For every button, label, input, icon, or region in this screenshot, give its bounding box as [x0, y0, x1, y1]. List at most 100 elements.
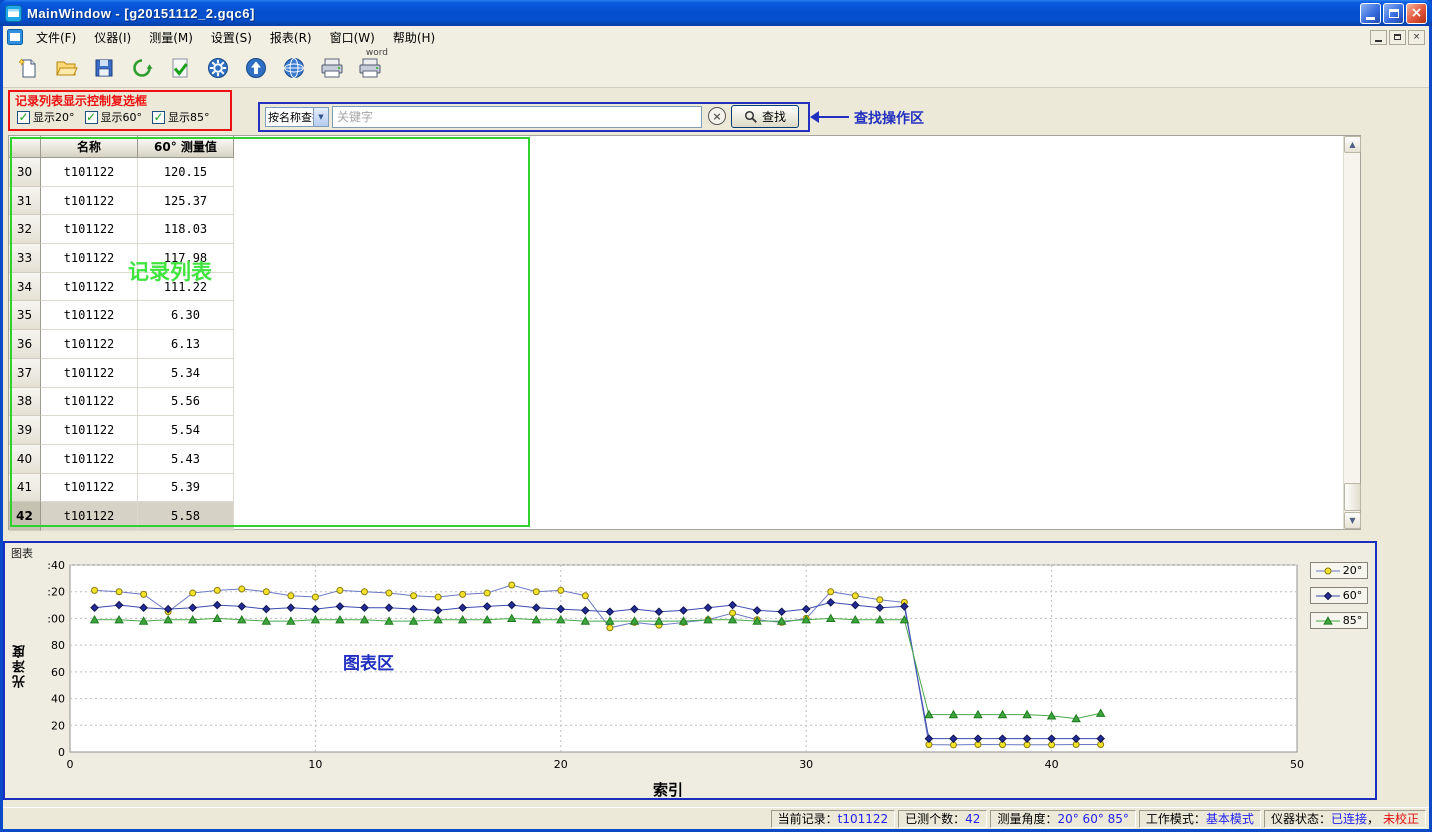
maximize-button[interactable] [1383, 3, 1404, 24]
value-cell[interactable]: 5.58 [138, 502, 234, 531]
scroll-down-button[interactable]: ▼ [1344, 512, 1361, 529]
mode-value: 基本模式 [1206, 810, 1254, 827]
svg-text::40: :40 [47, 559, 65, 572]
row-number-cell[interactable]: 38 [9, 388, 41, 417]
row-number-cell[interactable]: 36 [9, 330, 41, 359]
row-number-cell[interactable]: 37 [9, 359, 41, 388]
new-document-button[interactable] [9, 51, 47, 85]
name-cell[interactable]: t101122 [41, 359, 138, 388]
value-cell[interactable]: 5.43 [138, 445, 234, 474]
row-number-cell[interactable]: 35 [9, 301, 41, 330]
child-minimize-button[interactable] [1370, 30, 1387, 45]
chart-annotation-label: 图表区 [343, 649, 394, 674]
menu-item-settings[interactable]: 设置(S) [202, 26, 261, 49]
scroll-up-button[interactable]: ▲ [1344, 136, 1361, 153]
find-button[interactable]: 查找 [731, 105, 799, 128]
svg-text:80: 80 [51, 639, 65, 652]
apply-button[interactable] [161, 51, 199, 85]
row-number-cell[interactable]: 42 [9, 502, 41, 531]
value-cell[interactable]: 5.54 [138, 416, 234, 445]
svg-text:60: 60 [51, 666, 65, 679]
row-number-cell[interactable]: 31 [9, 187, 41, 216]
svg-text:40: 40 [51, 693, 65, 706]
name-cell[interactable]: t101122 [41, 445, 138, 474]
name-column-header[interactable]: 名称 [41, 136, 138, 158]
value-cell[interactable]: 120.15 [138, 158, 234, 187]
name-cell[interactable]: t101122 [41, 273, 138, 302]
name-cell[interactable]: t101122 [41, 474, 138, 503]
row-number-cell[interactable]: 39 [9, 416, 41, 445]
upload-button[interactable] [237, 51, 275, 85]
table-row[interactable]: 37t1011225.34 [9, 359, 1360, 388]
refresh-button[interactable] [123, 51, 161, 85]
menu-item-file[interactable]: 文件(F) [27, 26, 85, 49]
open-file-button[interactable] [47, 51, 85, 85]
row-number-cell[interactable]: 41 [9, 474, 41, 503]
name-cell[interactable]: t101122 [41, 244, 138, 273]
table-row[interactable]: 39t1011225.54 [9, 416, 1360, 445]
word-export-button[interactable]: word [351, 51, 389, 85]
value-cell[interactable]: 6.13 [138, 330, 234, 359]
menu-item-window[interactable]: 窗口(W) [321, 26, 384, 49]
menu-item-instrument[interactable]: 仪器(I) [85, 26, 140, 49]
minimize-icon [1366, 17, 1375, 20]
table-row[interactable]: 31t101122125.37 [9, 187, 1360, 216]
table-row[interactable]: 42t1011225.58 [9, 502, 1360, 531]
row-number-cell[interactable]: 33 [9, 244, 41, 273]
table-row[interactable]: 41t1011225.39 [9, 474, 1360, 503]
checkbox-show-85[interactable]: ✓显示85° [152, 109, 210, 125]
apply-check-icon [168, 56, 192, 80]
row-number-cell[interactable]: 40 [9, 445, 41, 474]
row-number-cell[interactable]: 32 [9, 215, 41, 244]
close-button[interactable]: × [1406, 3, 1427, 24]
search-mode-combobox[interactable]: 按名称查找 ▼ [265, 107, 329, 127]
name-cell[interactable]: t101122 [41, 416, 138, 445]
name-cell[interactable]: t101122 [41, 187, 138, 216]
svg-text:30: 30 [799, 758, 813, 771]
clear-search-button[interactable]: × [708, 107, 726, 125]
value-cell[interactable]: 5.39 [138, 474, 234, 503]
search-input[interactable] [332, 106, 702, 128]
value-cell[interactable]: 5.34 [138, 359, 234, 388]
value-cell[interactable]: 118.03 [138, 215, 234, 244]
settings-button[interactable] [199, 51, 237, 85]
save-button[interactable] [85, 51, 123, 85]
child-restore-button[interactable] [1389, 30, 1406, 45]
measured-count-label: 已测个数： [905, 810, 965, 827]
table-row[interactable]: 30t101122120.15 [9, 158, 1360, 187]
menu-item-measure[interactable]: 测量(M) [140, 26, 202, 49]
name-cell[interactable]: t101122 [41, 388, 138, 417]
value-cell[interactable]: 5.56 [138, 388, 234, 417]
status-device-state: 仪器状态： 已连接 ， 未校正 [1264, 810, 1426, 828]
name-cell[interactable]: t101122 [41, 330, 138, 359]
menu-item-help[interactable]: 帮助(H) [384, 26, 444, 49]
scrollbar-thumb[interactable] [1344, 483, 1361, 511]
table-row[interactable]: 40t1011225.43 [9, 445, 1360, 474]
name-cell[interactable]: t101122 [41, 158, 138, 187]
checkbox-show-60[interactable]: ✓显示60° [85, 109, 143, 125]
toolbar: word [3, 48, 1429, 88]
value-column-header[interactable]: 60° 测量值 [138, 136, 234, 158]
table-row[interactable]: 35t1011226.30 [9, 301, 1360, 330]
minimize-button[interactable] [1360, 3, 1381, 24]
row-number-cell[interactable]: 30 [9, 158, 41, 187]
name-cell[interactable]: t101122 [41, 301, 138, 330]
row-number-cell[interactable]: 34 [9, 273, 41, 302]
sync-button[interactable] [275, 51, 313, 85]
child-close-button[interactable]: × [1408, 30, 1425, 45]
table-row[interactable]: 32t101122118.03 [9, 215, 1360, 244]
chevron-down-icon[interactable]: ▼ [313, 108, 328, 126]
legend-marker-icon [1316, 616, 1340, 626]
checkbox-check-icon: ✓ [152, 111, 165, 124]
value-cell[interactable]: 125.37 [138, 187, 234, 216]
print-button[interactable] [313, 51, 351, 85]
vertical-scrollbar[interactable]: ▲ ▼ [1343, 136, 1360, 529]
menu-item-report[interactable]: 报表(R) [261, 26, 321, 49]
table-row[interactable]: 38t1011225.56 [9, 388, 1360, 417]
table-row[interactable]: 36t1011226.13 [9, 330, 1360, 359]
checkbox-show-20[interactable]: ✓显示20° [17, 109, 75, 125]
main-window: MainWindow - [g20151112_2.gqc6] × 文件(F)仪… [0, 0, 1432, 832]
name-cell[interactable]: t101122 [41, 502, 138, 531]
name-cell[interactable]: t101122 [41, 215, 138, 244]
value-cell[interactable]: 6.30 [138, 301, 234, 330]
